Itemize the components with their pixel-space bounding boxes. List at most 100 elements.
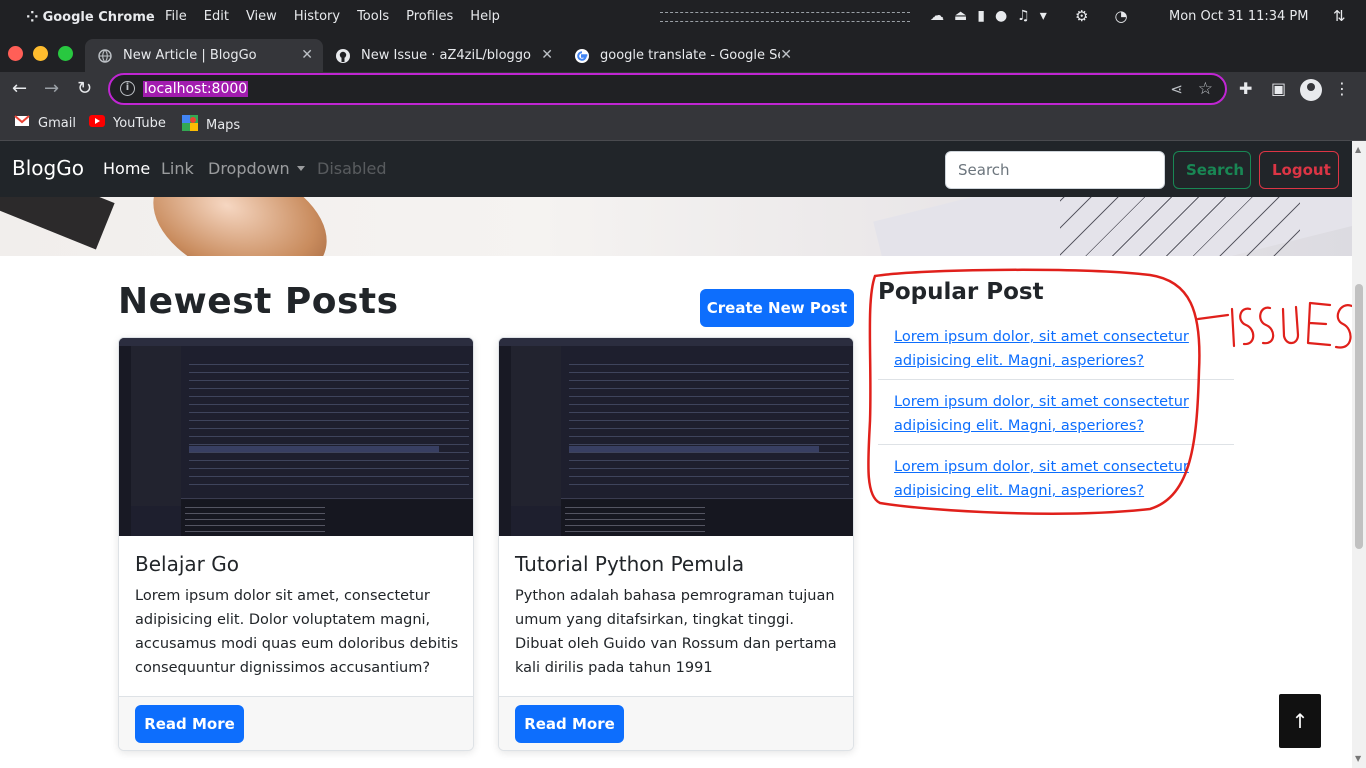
site-navbar: BlogGo Home Link Dropdown Disabled Searc…: [0, 141, 1352, 197]
thumb-terminal: [181, 498, 473, 536]
back-to-top-button[interactable]: ↑: [1279, 694, 1321, 748]
side-panel-icon[interactable]: ▣: [1271, 79, 1286, 98]
star-icon[interactable]: ☆: [1198, 79, 1213, 99]
app-menu[interactable]: ⁘ Google Chrome: [26, 8, 155, 26]
thumb-titlebar: [499, 338, 853, 346]
extensions-icon[interactable]: ✚: [1239, 79, 1252, 98]
window-zoom-icon[interactable]: [58, 46, 73, 61]
scroll-down-icon[interactable]: ▼: [1355, 754, 1361, 763]
list-item: Lorem ipsum dolor, sit amet consectetur …: [878, 445, 1234, 510]
gear-icon[interactable]: ⚙: [1075, 7, 1088, 25]
thumb-code: [189, 360, 469, 490]
card-footer: Read More: [499, 696, 853, 750]
profile-avatar[interactable]: [1300, 79, 1322, 101]
tab-google-translate[interactable]: google translate - Google Sea ✕: [562, 39, 802, 72]
tab-strip: New Article | BlogGo ✕ New Issue · aZ4zi…: [0, 34, 1366, 98]
music-icon[interactable]: ♫: [1017, 8, 1030, 24]
battery-icon[interactable]: ▮: [977, 8, 985, 24]
globe-icon: [97, 48, 113, 64]
menu-help[interactable]: Help: [470, 9, 500, 24]
more-menu-icon[interactable]: ⋮: [1334, 79, 1350, 98]
nav-link[interactable]: Link: [161, 159, 194, 178]
arrow-up-icon: ↑: [1291, 709, 1309, 733]
gmail-icon: [14, 115, 30, 131]
post-card: Tutorial Python Pemula Python adalah bah…: [498, 337, 854, 751]
nav-home[interactable]: Home: [103, 159, 150, 178]
popular-post-list: Lorem ipsum dolor, sit amet consectetur …: [878, 315, 1234, 510]
menu-view[interactable]: View: [246, 9, 277, 24]
search-input[interactable]: [945, 151, 1165, 189]
logout-button[interactable]: Logout: [1259, 151, 1339, 189]
hero-lines-shape: [1060, 197, 1300, 256]
menu-tools[interactable]: Tools: [357, 9, 389, 24]
post-thumbnail[interactable]: [499, 338, 853, 536]
tab-label: google translate - Google Sea: [600, 48, 780, 63]
menu-file[interactable]: File: [165, 9, 187, 24]
site-brand[interactable]: BlogGo: [12, 156, 84, 180]
menu-edit[interactable]: Edit: [204, 9, 229, 24]
menu-history[interactable]: History: [294, 9, 340, 24]
thumb-titlebar: [119, 338, 473, 346]
bookmark-label: YouTube: [113, 115, 166, 131]
window-minimize-icon[interactable]: [33, 46, 48, 61]
cloud-icon[interactable]: ☁: [930, 8, 944, 24]
tab-label: New Article | BlogGo: [123, 48, 257, 63]
thumb-code: [569, 360, 849, 490]
menu-profiles[interactable]: Profiles: [406, 9, 453, 24]
nav-dropdown[interactable]: Dropdown: [208, 159, 305, 178]
popular-post-link[interactable]: Lorem ipsum dolor, sit amet consectetur …: [894, 390, 1218, 438]
bookmark-youtube[interactable]: YouTube: [89, 115, 166, 131]
window-close-icon[interactable]: [8, 46, 23, 61]
chevron-down-icon[interactable]: ▾: [1040, 8, 1047, 24]
search-button[interactable]: Search: [1173, 151, 1251, 189]
reload-icon[interactable]: ↻: [77, 78, 92, 99]
post-thumbnail[interactable]: [119, 338, 473, 536]
card-footer: Read More: [119, 696, 473, 750]
read-more-button[interactable]: Read More: [515, 705, 624, 743]
post-excerpt: Python adalah bahasa pemrograman tujuan …: [515, 588, 837, 676]
list-item: Lorem ipsum dolor, sit amet consectetur …: [878, 380, 1234, 445]
bookmark-maps[interactable]: Maps: [182, 115, 240, 135]
browser-toolbar: ← → ↻ i localhost:8000 ⋖ ☆ ✚ ▣ ⋮: [0, 72, 1366, 106]
page-scrollbar[interactable]: ▲ ▼: [1352, 141, 1366, 768]
close-icon[interactable]: ✕: [541, 47, 553, 63]
info-icon[interactable]: i: [120, 81, 135, 96]
wifi-icon[interactable]: ◔: [1114, 7, 1127, 25]
maps-icon: [182, 115, 198, 135]
create-post-button[interactable]: Create New Post: [700, 289, 854, 327]
tab-new-issue[interactable]: New Issue · aZ4ziL/bloggo ✕: [323, 39, 563, 72]
list-item: Lorem ipsum dolor, sit amet consectetur …: [878, 315, 1234, 380]
popular-post-link[interactable]: Lorem ipsum dolor, sit amet consectetur …: [894, 455, 1218, 503]
thumb-highlight: [189, 446, 439, 452]
address-bar[interactable]: i localhost:8000 ⋖ ☆: [108, 73, 1227, 105]
clock[interactable]: Mon Oct 31 11:34 PM: [1169, 9, 1308, 24]
back-icon[interactable]: ←: [12, 78, 27, 99]
nav-dropdown-label: Dropdown: [208, 159, 290, 178]
eject-icon[interactable]: ⏏: [954, 8, 967, 24]
forward-icon[interactable]: →: [44, 78, 59, 99]
thumb-explorer: [511, 346, 561, 506]
scrollbar-thumb[interactable]: [1355, 284, 1363, 549]
close-icon[interactable]: ✕: [780, 47, 792, 63]
close-icon[interactable]: ✕: [301, 47, 313, 63]
scroll-up-icon[interactable]: ▲: [1355, 145, 1361, 154]
share-icon[interactable]: ⋖: [1170, 80, 1183, 98]
nav-disabled: Disabled: [317, 159, 387, 178]
tab-new-article[interactable]: New Article | BlogGo ✕: [85, 39, 323, 72]
popular-post-link[interactable]: Lorem ipsum dolor, sit amet consectetur …: [894, 325, 1218, 373]
bookmark-label: Gmail: [38, 115, 76, 131]
post-card: Belajar Go Lorem ipsum dolor sit amet, c…: [118, 337, 474, 751]
popular-post-heading: Popular Post: [878, 279, 1044, 305]
activity-ticker: [660, 12, 910, 22]
thumb-explorer: [131, 346, 181, 506]
post-title: Tutorial Python Pemula: [515, 552, 745, 576]
mic-icon[interactable]: ●: [995, 8, 1007, 24]
system-tray: ☁ ⏏ ▮ ● ♫ ▾: [930, 8, 1047, 24]
github-icon: [335, 48, 351, 64]
thumb-activitybar: [119, 346, 131, 536]
hero-copper-shape: [136, 197, 344, 256]
url-text[interactable]: localhost:8000: [143, 81, 249, 97]
network-icon[interactable]: ⇅: [1333, 7, 1346, 25]
bookmark-gmail[interactable]: Gmail: [14, 115, 76, 131]
read-more-button[interactable]: Read More: [135, 705, 244, 743]
